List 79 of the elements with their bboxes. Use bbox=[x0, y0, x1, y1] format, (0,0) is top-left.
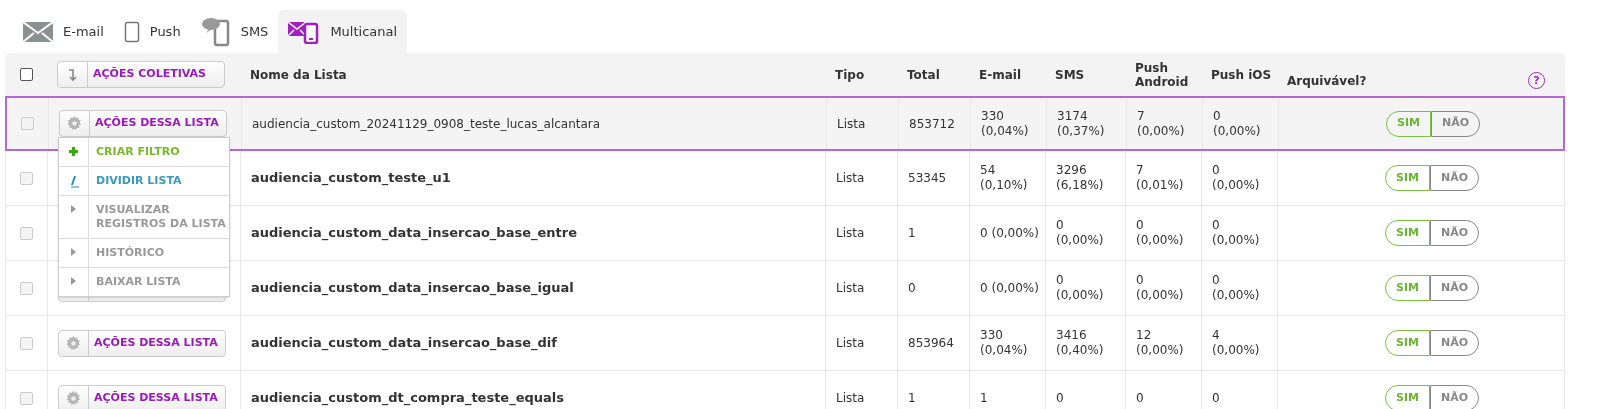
help-button[interactable]: ? bbox=[1528, 72, 1545, 89]
table-cell-text: Lista bbox=[836, 390, 865, 407]
pen-icon bbox=[68, 176, 79, 188]
table-cell-text: Lista bbox=[836, 335, 865, 352]
table-cell-text: 853712 bbox=[909, 115, 955, 133]
table-cell: 3174 (0,37%) bbox=[1057, 108, 1105, 139]
table-cell: 0 (0,00%) bbox=[1212, 163, 1260, 193]
table-row[interactable]: AÇÕES DESSA LISTA audiencia_custom_data_insercao_base_dif Lista 853964 330 (0,04%) 3416 (0,40%) 12 (0,00%) 4 (0,00%) SIM NÃO bbox=[5, 316, 1565, 371]
actions-dropdown-button[interactable]: AÇÕES DESSA LISTA bbox=[59, 110, 227, 137]
table-cell-text: 1 bbox=[908, 390, 916, 407]
plus-icon bbox=[69, 147, 78, 156]
sms-phone-icon bbox=[200, 16, 231, 47]
down-arrow-icon bbox=[67, 67, 78, 82]
column-header: E-mail bbox=[979, 67, 1021, 82]
menu-item[interactable]: DIVIDIR LISTA bbox=[59, 167, 229, 196]
column-header: Arquivável? bbox=[1287, 73, 1367, 88]
table-cell: 0 (0,00%) bbox=[1212, 218, 1260, 248]
menu-item[interactable]: HISTÓRICO bbox=[59, 239, 229, 268]
table-cell: 0 (0,00%) bbox=[1212, 273, 1260, 303]
list-name: audiencia_custom_data_insercao_base_entre bbox=[251, 224, 577, 243]
table-cell: 4 (0,00%) bbox=[1212, 328, 1260, 358]
actions-dropdown-button[interactable]: AÇÕES COLETIVAS bbox=[57, 61, 225, 88]
list-name: audiencia_custom_20241129_0908_teste_lucas_alcantara bbox=[252, 115, 601, 133]
table-cell: 0 bbox=[1056, 390, 1064, 406]
table-cell: 330 (0,04%) bbox=[981, 108, 1029, 139]
column-header: Tipo bbox=[835, 67, 865, 82]
multichannel-icon bbox=[288, 19, 321, 44]
checkbox[interactable] bbox=[19, 68, 33, 81]
table-cell: 0 (0,00%) bbox=[1136, 218, 1184, 248]
table-cell-text: Lista bbox=[836, 225, 865, 242]
table-cell: 12 (0,00%) bbox=[1136, 328, 1184, 358]
table-cell-text: 53345 bbox=[908, 170, 947, 187]
column-header: Total bbox=[907, 67, 940, 82]
table-cell-text: Lista bbox=[837, 115, 866, 133]
phone-icon bbox=[123, 20, 140, 43]
list-name: audiencia_custom_dt_compra_teste_equals bbox=[251, 389, 565, 408]
table-cell: 0 (0,00%) bbox=[1056, 218, 1104, 248]
list-name: audiencia_custom_data_insercao_base_dif bbox=[251, 334, 557, 353]
caret-icon bbox=[71, 277, 76, 285]
actions-dropdown-button[interactable]: AÇÕES DESSA LISTA bbox=[58, 384, 226, 409]
gear-icon bbox=[66, 390, 81, 406]
channel-tab[interactable]: Multicanal bbox=[278, 10, 408, 53]
menu-item[interactable]: CRIAR FILTRO bbox=[59, 138, 229, 167]
table-cell: 0 (0,00%) bbox=[980, 280, 1039, 296]
table-cell: 0 (0,00%) bbox=[1136, 273, 1184, 303]
table-cell: 7 (0,01%) bbox=[1136, 163, 1184, 193]
column-header: Nome da Lista bbox=[250, 67, 347, 82]
table-row[interactable]: AÇÕES DESSA LISTA audiencia_custom_dt_compra_teste_equals Lista 1 1 0 0 0 SIM NÃO bbox=[5, 371, 1565, 409]
table-cell: 3416 (0,40%) bbox=[1056, 328, 1104, 358]
envelope-icon bbox=[23, 21, 53, 42]
menu-item[interactable]: BAIXAR LISTA bbox=[59, 268, 229, 296]
list-name: audiencia_custom_teste_u1 bbox=[251, 169, 451, 188]
table-cell-text: Lista bbox=[836, 280, 865, 297]
table-cell: 54 (0,10%) bbox=[980, 163, 1028, 193]
table-cell: 0 bbox=[1212, 390, 1220, 406]
column-header: Push iOS bbox=[1211, 67, 1272, 82]
table-cell: 330 (0,04%) bbox=[980, 328, 1028, 358]
channel-tab[interactable]: E-mail bbox=[13, 10, 114, 53]
table-cell: 1 bbox=[980, 390, 988, 406]
caret-icon bbox=[71, 248, 76, 256]
table-cell-text: Lista bbox=[836, 170, 865, 187]
gear-icon bbox=[66, 335, 81, 351]
table-cell: 7 (0,00%) bbox=[1137, 108, 1185, 139]
table-cell: 0 bbox=[1136, 390, 1144, 406]
gear-icon bbox=[67, 116, 82, 131]
table-cell: 3296 (6,18%) bbox=[1056, 163, 1104, 193]
channel-tab[interactable]: SMS bbox=[190, 10, 279, 53]
caret-icon bbox=[71, 205, 76, 213]
table-cell-text: 853964 bbox=[908, 335, 954, 352]
table-cell: 0 (0,00%) bbox=[1056, 273, 1104, 303]
table-cell-text: 0 bbox=[908, 280, 916, 297]
table-cell: 0 (0,00%) bbox=[980, 225, 1039, 241]
channel-tab[interactable]: Push bbox=[113, 10, 191, 53]
actions-dropdown-button[interactable]: AÇÕES DESSA LISTA bbox=[58, 329, 226, 357]
table-cell: 0 (0,00%) bbox=[1213, 108, 1261, 139]
menu-item[interactable]: VISUALIZAR REGISTROS DA LISTA bbox=[59, 196, 229, 239]
column-header: SMS bbox=[1055, 67, 1086, 82]
list-name: audiencia_custom_data_insercao_base_igual bbox=[251, 279, 574, 298]
table-cell-text: 1 bbox=[908, 225, 916, 242]
